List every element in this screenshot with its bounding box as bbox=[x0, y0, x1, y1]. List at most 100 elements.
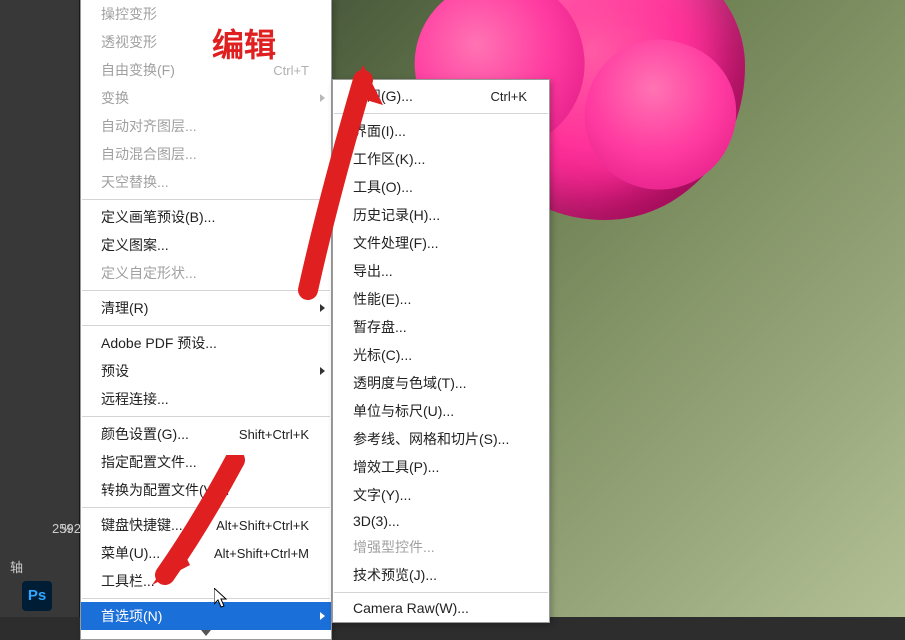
menu-item-label: 定义自定形状... bbox=[101, 263, 197, 283]
prefs-menu-item-16[interactable]: 3D(3)... bbox=[333, 509, 549, 533]
edit-menu-separator bbox=[82, 416, 330, 417]
menu-item-label: 文件处理(F)... bbox=[353, 233, 439, 253]
prefs-menu-item-7[interactable]: 导出... bbox=[333, 257, 549, 285]
prefs-menu-separator bbox=[334, 592, 548, 593]
menu-item-shortcut: Alt+Shift+Ctrl+M bbox=[214, 546, 309, 561]
menu-item-shortcut: Ctrl+K bbox=[491, 89, 527, 104]
edit-menu-item-26[interactable]: 首选项(N) bbox=[81, 602, 331, 630]
menu-item-label: 光标(C)... bbox=[353, 345, 412, 365]
menu-item-label: 透视变形 bbox=[101, 32, 157, 52]
menu-item-label: 增效工具(P)... bbox=[353, 457, 439, 477]
edit-menu-separator bbox=[82, 199, 330, 200]
edit-menu-item-19[interactable]: 指定配置文件... bbox=[81, 448, 331, 476]
edit-menu-item-9[interactable]: 定义图案... bbox=[81, 231, 331, 259]
menu-item-label: 预设 bbox=[101, 361, 129, 381]
prefs-menu-item-13[interactable]: 参考线、网格和切片(S)... bbox=[333, 425, 549, 453]
edit-menu-item-20[interactable]: 转换为配置文件(V)... bbox=[81, 476, 331, 504]
menu-item-label: 定义画笔预设(B)... bbox=[101, 207, 215, 227]
prefs-menu-item-12[interactable]: 单位与标尺(U)... bbox=[333, 397, 549, 425]
prefs-menu-item-15[interactable]: 文字(Y)... bbox=[333, 481, 549, 509]
menu-item-shortcut: Shift+Ctrl+K bbox=[239, 427, 309, 442]
menu-item-label: 定义图案... bbox=[101, 235, 169, 255]
edit-menu-item-2: 自由变换(F) Ctrl+T bbox=[81, 56, 331, 84]
prefs-menu-item-3[interactable]: 工作区(K)... bbox=[333, 145, 549, 173]
prefs-menu-item-17: 增强型控件... bbox=[333, 533, 549, 561]
prefs-menu-item-6[interactable]: 文件处理(F)... bbox=[333, 229, 549, 257]
menu-item-label: 历史记录(H)... bbox=[353, 205, 440, 225]
axis-label: 轴 bbox=[0, 555, 79, 578]
edit-menu-item-18[interactable]: 颜色设置(G)... Shift+Ctrl+K bbox=[81, 420, 331, 448]
prefs-menu-separator bbox=[334, 113, 548, 114]
menu-item-shortcut: Ctrl+T bbox=[273, 63, 309, 78]
edit-menu-item-1: 透视变形 bbox=[81, 28, 331, 56]
menu-item-label: 增强型控件... bbox=[353, 537, 435, 557]
edit-menu-item-10: 定义自定形状... bbox=[81, 259, 331, 287]
edit-menu-item-24[interactable]: 工具栏... bbox=[81, 567, 331, 595]
menu-item-label: 导出... bbox=[353, 261, 393, 281]
menu-item-label: 天空替换... bbox=[101, 172, 169, 192]
prefs-menu-item-18[interactable]: 技术预览(J)... bbox=[333, 561, 549, 589]
menu-item-label: 清理(R) bbox=[101, 298, 148, 318]
edit-menu-item-12[interactable]: 清理(R) bbox=[81, 294, 331, 322]
menu-item-label: 键盘快捷键... bbox=[101, 515, 183, 535]
photoshop-icon[interactable]: Ps bbox=[22, 581, 52, 611]
menu-item-label: 菜单(U)... bbox=[101, 543, 160, 563]
edit-menu-item-8[interactable]: 定义画笔预设(B)... bbox=[81, 203, 331, 231]
menu-item-label: 工具(O)... bbox=[353, 177, 413, 197]
menu-item-label: 文字(Y)... bbox=[353, 485, 411, 505]
edit-menu-item-14[interactable]: Adobe PDF 预设... bbox=[81, 329, 331, 357]
menu-item-label: 工具栏... bbox=[101, 571, 155, 591]
menu-item-label: 暂存盘... bbox=[353, 317, 407, 337]
menu-item-label: 自动混合图层... bbox=[101, 144, 197, 164]
prefs-menu-item-5[interactable]: 历史记录(H)... bbox=[333, 201, 549, 229]
menu-item-label: 变换 bbox=[101, 88, 129, 108]
menu-overflow-down-icon[interactable] bbox=[81, 630, 331, 637]
menu-item-label: 远程连接... bbox=[101, 389, 169, 409]
prefs-menu-item-11[interactable]: 透明度与色域(T)... bbox=[333, 369, 549, 397]
menu-item-label: 单位与标尺(U)... bbox=[353, 401, 454, 421]
submenu-arrow-icon bbox=[320, 304, 325, 312]
menu-item-label: Adobe PDF 预设... bbox=[101, 333, 217, 353]
left-panel: % 2592 轴 bbox=[0, 0, 80, 617]
submenu-arrow-icon bbox=[320, 367, 325, 375]
edit-menu-separator bbox=[82, 325, 330, 326]
menu-item-label: 颜色设置(G)... bbox=[101, 424, 189, 444]
menu-item-label: 自由变换(F) bbox=[101, 60, 175, 80]
submenu-arrow-icon bbox=[320, 612, 325, 620]
menu-item-label: 参考线、网格和切片(S)... bbox=[353, 429, 509, 449]
menu-item-label: 性能(E)... bbox=[353, 289, 411, 309]
prefs-menu-item-9[interactable]: 暂存盘... bbox=[333, 313, 549, 341]
edit-menu-separator bbox=[82, 598, 330, 599]
menu-item-label: 界面(I)... bbox=[353, 121, 406, 141]
submenu-arrow-icon bbox=[320, 94, 325, 102]
menu-item-label: 自动对齐图层... bbox=[101, 116, 197, 136]
preferences-submenu: 常规(G)... Ctrl+K 界面(I)... 工作区(K)... 工具(O)... 历… bbox=[332, 79, 550, 623]
menu-item-label: 操控变形 bbox=[101, 4, 157, 24]
edit-menu-separator bbox=[82, 507, 330, 508]
edit-menu-item-15[interactable]: 预设 bbox=[81, 357, 331, 385]
menu-item-label: 首选项(N) bbox=[101, 606, 162, 626]
cursor-pointer-icon bbox=[214, 588, 228, 608]
edit-menu-item-16[interactable]: 远程连接... bbox=[81, 385, 331, 413]
menu-item-label: 透明度与色域(T)... bbox=[353, 373, 467, 393]
menu-item-label: 转换为配置文件(V)... bbox=[101, 480, 229, 500]
edit-menu-item-5: 自动混合图层... bbox=[81, 140, 331, 168]
menu-item-label: 指定配置文件... bbox=[101, 452, 197, 472]
menu-item-label: Camera Raw(W)... bbox=[353, 600, 469, 616]
edit-menu-item-23[interactable]: 菜单(U)... Alt+Shift+Ctrl+M bbox=[81, 539, 331, 567]
menu-item-label: 常规(G)... bbox=[353, 86, 413, 106]
prefs-menu-item-10[interactable]: 光标(C)... bbox=[333, 341, 549, 369]
prefs-menu-item-0[interactable]: 常规(G)... Ctrl+K bbox=[333, 82, 549, 110]
menu-item-label: 3D(3)... bbox=[353, 513, 400, 529]
edit-menu: 操控变形透视变形自由变换(F) Ctrl+T 变换自动对齐图层... 自动混合图层..… bbox=[80, 0, 332, 640]
menu-item-shortcut: Alt+Shift+Ctrl+K bbox=[216, 518, 309, 533]
edit-menu-item-0: 操控变形 bbox=[81, 0, 331, 28]
prefs-menu-item-4[interactable]: 工具(O)... bbox=[333, 173, 549, 201]
menu-item-label: 工作区(K)... bbox=[353, 149, 425, 169]
edit-menu-item-22[interactable]: 键盘快捷键... Alt+Shift+Ctrl+K bbox=[81, 511, 331, 539]
annotation-label: 编辑 bbox=[212, 20, 276, 66]
prefs-menu-item-20[interactable]: Camera Raw(W)... bbox=[333, 596, 549, 620]
prefs-menu-item-2[interactable]: 界面(I)... bbox=[333, 117, 549, 145]
prefs-menu-item-8[interactable]: 性能(E)... bbox=[333, 285, 549, 313]
prefs-menu-item-14[interactable]: 增效工具(P)... bbox=[333, 453, 549, 481]
